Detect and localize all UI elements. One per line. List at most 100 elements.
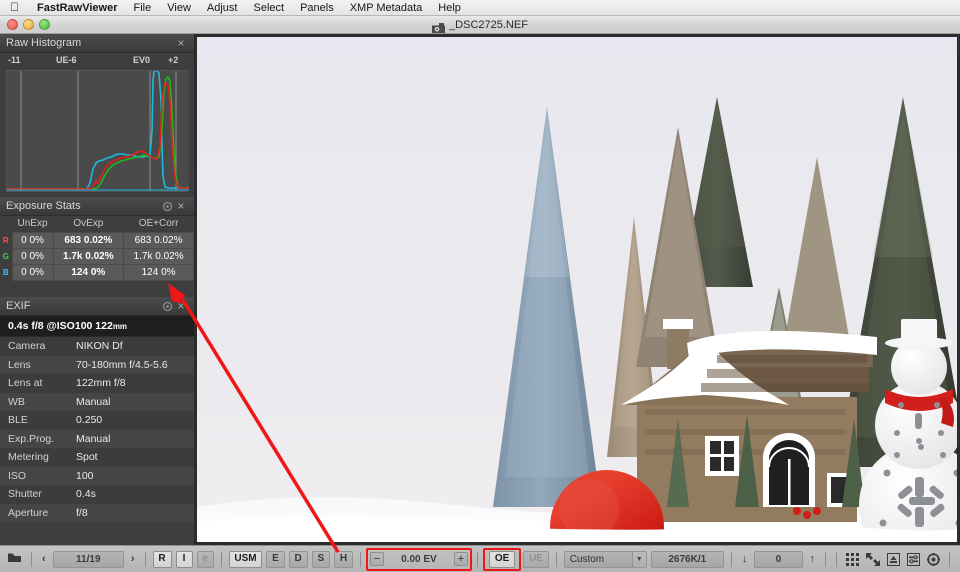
exif-value: NIKON Df bbox=[76, 340, 194, 352]
table-header-row: UnExp OvExp OE+Corr bbox=[0, 216, 194, 233]
divider bbox=[477, 552, 478, 567]
left-panel: Raw Histogram × -11 UE-6 EV0 +2 bbox=[0, 34, 194, 545]
exif-value: Spot bbox=[76, 451, 194, 463]
divider bbox=[145, 552, 146, 567]
exif-key: Lens bbox=[0, 359, 76, 371]
tint-value[interactable]: 0 bbox=[754, 551, 802, 568]
prev-image-button[interactable]: ‹ bbox=[37, 553, 51, 565]
close-icon[interactable]: × bbox=[174, 199, 188, 213]
exposure-increase-button[interactable]: + bbox=[454, 552, 468, 566]
raw-histogram-header: Raw Histogram × bbox=[0, 34, 194, 53]
exposure-stepper-highlight: − 0.00 EV + bbox=[366, 548, 472, 571]
raw-histogram-panel: -11 UE-6 EV0 +2 bbox=[0, 53, 194, 192]
toggle-i-button[interactable]: I bbox=[176, 551, 193, 568]
exif-key: ISO bbox=[0, 470, 76, 482]
ue-button[interactable]: UE bbox=[523, 551, 548, 568]
folder-icon[interactable] bbox=[7, 550, 22, 568]
gear-icon[interactable] bbox=[160, 299, 174, 313]
menu-item-fastrawviewer[interactable]: FastRawViewer bbox=[29, 0, 126, 16]
close-icon[interactable]: × bbox=[174, 299, 188, 313]
menu-item-file[interactable]: File bbox=[126, 0, 160, 16]
fullscreen-icon[interactable] bbox=[865, 552, 879, 567]
exif-value: 100 bbox=[76, 470, 194, 482]
sharpen-e-button[interactable]: E bbox=[266, 551, 284, 568]
cell-unexp-r: 0 0% bbox=[12, 233, 53, 249]
exif-row-wb: WB Manual bbox=[0, 393, 194, 412]
menu-item-view[interactable]: View bbox=[159, 0, 199, 16]
white-balance-select[interactable]: Custom ▼ bbox=[564, 551, 647, 568]
exposure-stats-panel: UnExp OvExp OE+Corr R 0 0% 683 0.02% 683… bbox=[0, 216, 194, 297]
menu-item-panels[interactable]: Panels bbox=[292, 0, 342, 16]
camera-icon bbox=[432, 21, 445, 31]
grid-icon[interactable] bbox=[845, 552, 859, 567]
exif-key: Shutter bbox=[0, 488, 76, 500]
menu-item-select[interactable]: Select bbox=[245, 0, 292, 16]
divider bbox=[31, 552, 32, 567]
divider bbox=[221, 552, 222, 567]
sharpen-h-button[interactable]: H bbox=[334, 551, 353, 568]
cell-oecorr-r: 683 0.02% bbox=[124, 233, 194, 249]
toggle-e-button[interactable]: e bbox=[197, 551, 214, 568]
export-icon[interactable] bbox=[886, 552, 900, 567]
menu-item-xmp-metadata[interactable]: XMP Metadata bbox=[342, 0, 431, 16]
image-viewer[interactable] bbox=[194, 34, 960, 545]
exif-value: 0.4s bbox=[76, 488, 194, 500]
chevron-down-icon[interactable]: ▼ bbox=[632, 552, 646, 567]
sharpen-d-button[interactable]: D bbox=[289, 551, 308, 568]
exif-value: 0.250 bbox=[76, 414, 194, 426]
exif-key: BLE bbox=[0, 414, 76, 426]
table-row: B 0 0% 124 0% 124 0% bbox=[0, 265, 194, 281]
next-image-button[interactable]: › bbox=[126, 553, 140, 565]
cell-ovexp-b: 124 0% bbox=[53, 265, 124, 281]
histogram-tick-minus11: -11 bbox=[8, 55, 21, 65]
exif-key: WB bbox=[0, 396, 76, 408]
channel-label-r: R bbox=[0, 233, 12, 249]
col-oecorr: OE+Corr bbox=[124, 216, 194, 233]
oe-button[interactable]: OE bbox=[489, 551, 515, 568]
menu-item-adjust[interactable]: Adjust bbox=[199, 0, 246, 16]
settings-icon[interactable] bbox=[927, 552, 941, 567]
close-icon[interactable]: × bbox=[174, 36, 188, 50]
exif-key: Camera bbox=[0, 340, 76, 352]
exif-value: Manual bbox=[76, 433, 194, 445]
histogram-plot[interactable] bbox=[6, 70, 188, 192]
menu-item-help[interactable]: Help bbox=[430, 0, 469, 16]
exif-row-exp-prog: Exp.Prog. Manual bbox=[0, 430, 194, 449]
divider bbox=[949, 552, 950, 567]
exif-row-ble: BLE 0.250 bbox=[0, 411, 194, 430]
exif-title: EXIF bbox=[6, 300, 160, 312]
exif-row-aperture: Aperture f/8 bbox=[0, 504, 194, 523]
histogram-svg bbox=[7, 71, 189, 191]
exif-summary-text: 0.4s f/8 @ISO100 122 bbox=[8, 320, 113, 332]
histogram-axis: -11 UE-6 EV0 +2 bbox=[0, 53, 194, 70]
tint-decrease-icon[interactable]: ↓ bbox=[737, 553, 753, 565]
exposure-stats-filler bbox=[0, 281, 194, 297]
color-temperature[interactable]: 2676K/1 bbox=[651, 551, 724, 568]
exif-value: 70-180mm f/4.5-5.6 bbox=[76, 359, 194, 371]
sharpen-s-button[interactable]: S bbox=[312, 551, 330, 568]
exif-row-metering: Metering Spot bbox=[0, 448, 194, 467]
gear-icon[interactable] bbox=[160, 199, 174, 213]
col-ovexp: OvExp bbox=[53, 216, 124, 233]
raw-photo[interactable] bbox=[197, 37, 957, 542]
exif-row-lens-at: Lens at 122mm f/8 bbox=[0, 374, 194, 393]
white-balance-value: Custom bbox=[570, 554, 604, 565]
bottom-toolbar: ‹ 11/19 › R I e USM E D S H − 0.00 EV + … bbox=[0, 545, 960, 572]
window-title-text: _DSC2725.NEF bbox=[449, 16, 528, 34]
window-title-bar: _DSC2725.NEF bbox=[0, 16, 960, 34]
divider bbox=[825, 552, 826, 567]
filmstrip-icon[interactable] bbox=[906, 552, 920, 567]
tint-increase-icon[interactable]: ↑ bbox=[805, 553, 821, 565]
raw-histogram-title: Raw Histogram bbox=[6, 37, 174, 49]
exposure-stats-title: Exposure Stats bbox=[6, 200, 160, 212]
exposure-value[interactable]: 0.00 EV bbox=[386, 551, 452, 568]
exif-row-lens: Lens 70-180mm f/4.5-5.6 bbox=[0, 356, 194, 375]
exif-row-shutter: Shutter 0.4s bbox=[0, 485, 194, 504]
toggle-r-button[interactable]: R bbox=[153, 551, 172, 568]
exposure-decrease-button[interactable]: − bbox=[370, 552, 384, 566]
image-counter[interactable]: 11/19 bbox=[53, 551, 124, 568]
apple-menu-icon[interactable]:  bbox=[8, 1, 29, 13]
divider bbox=[836, 552, 837, 567]
usm-button[interactable]: USM bbox=[229, 551, 262, 568]
histogram-tick-ue6: UE-6 bbox=[56, 55, 77, 65]
